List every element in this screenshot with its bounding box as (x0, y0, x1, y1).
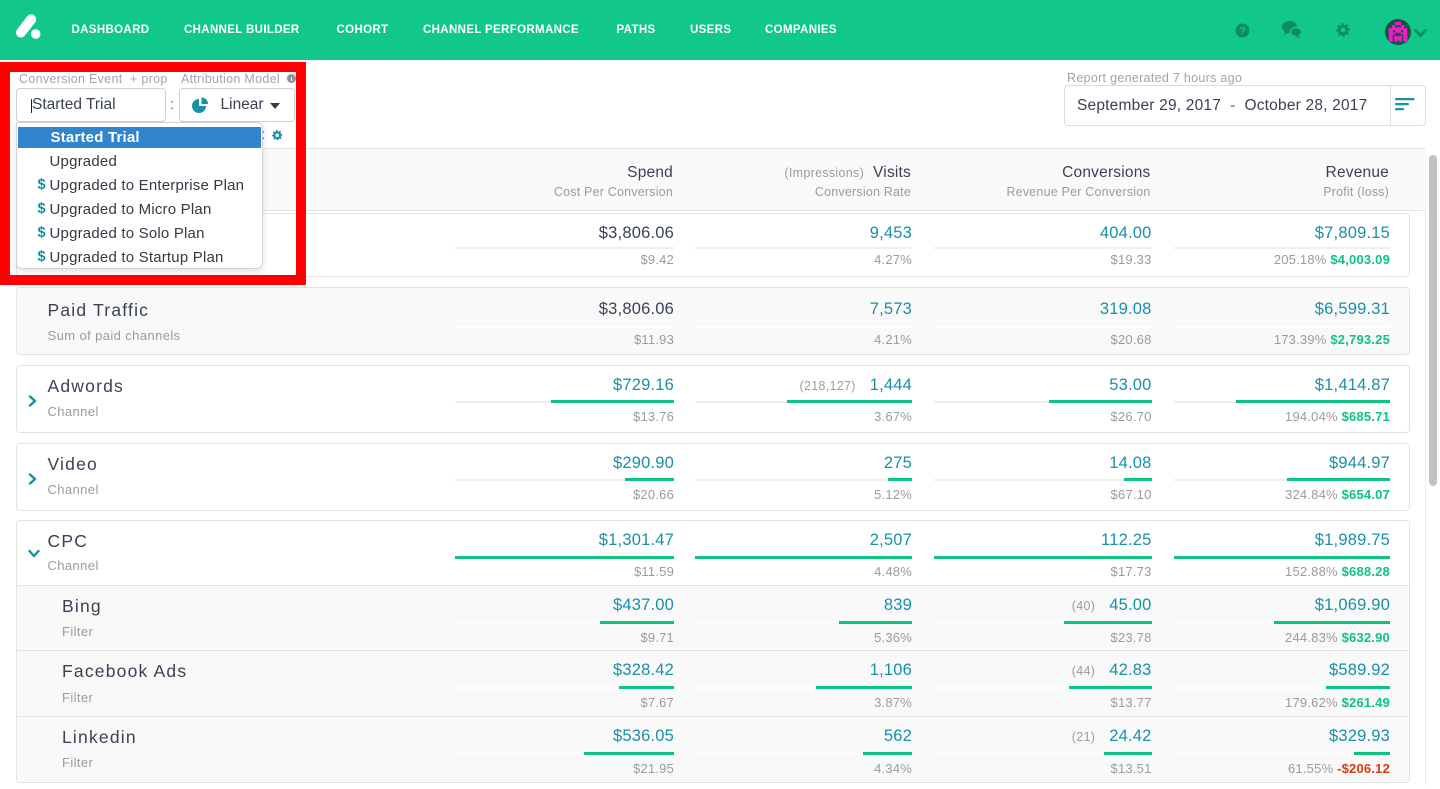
svg-text:?: ? (1239, 25, 1245, 37)
